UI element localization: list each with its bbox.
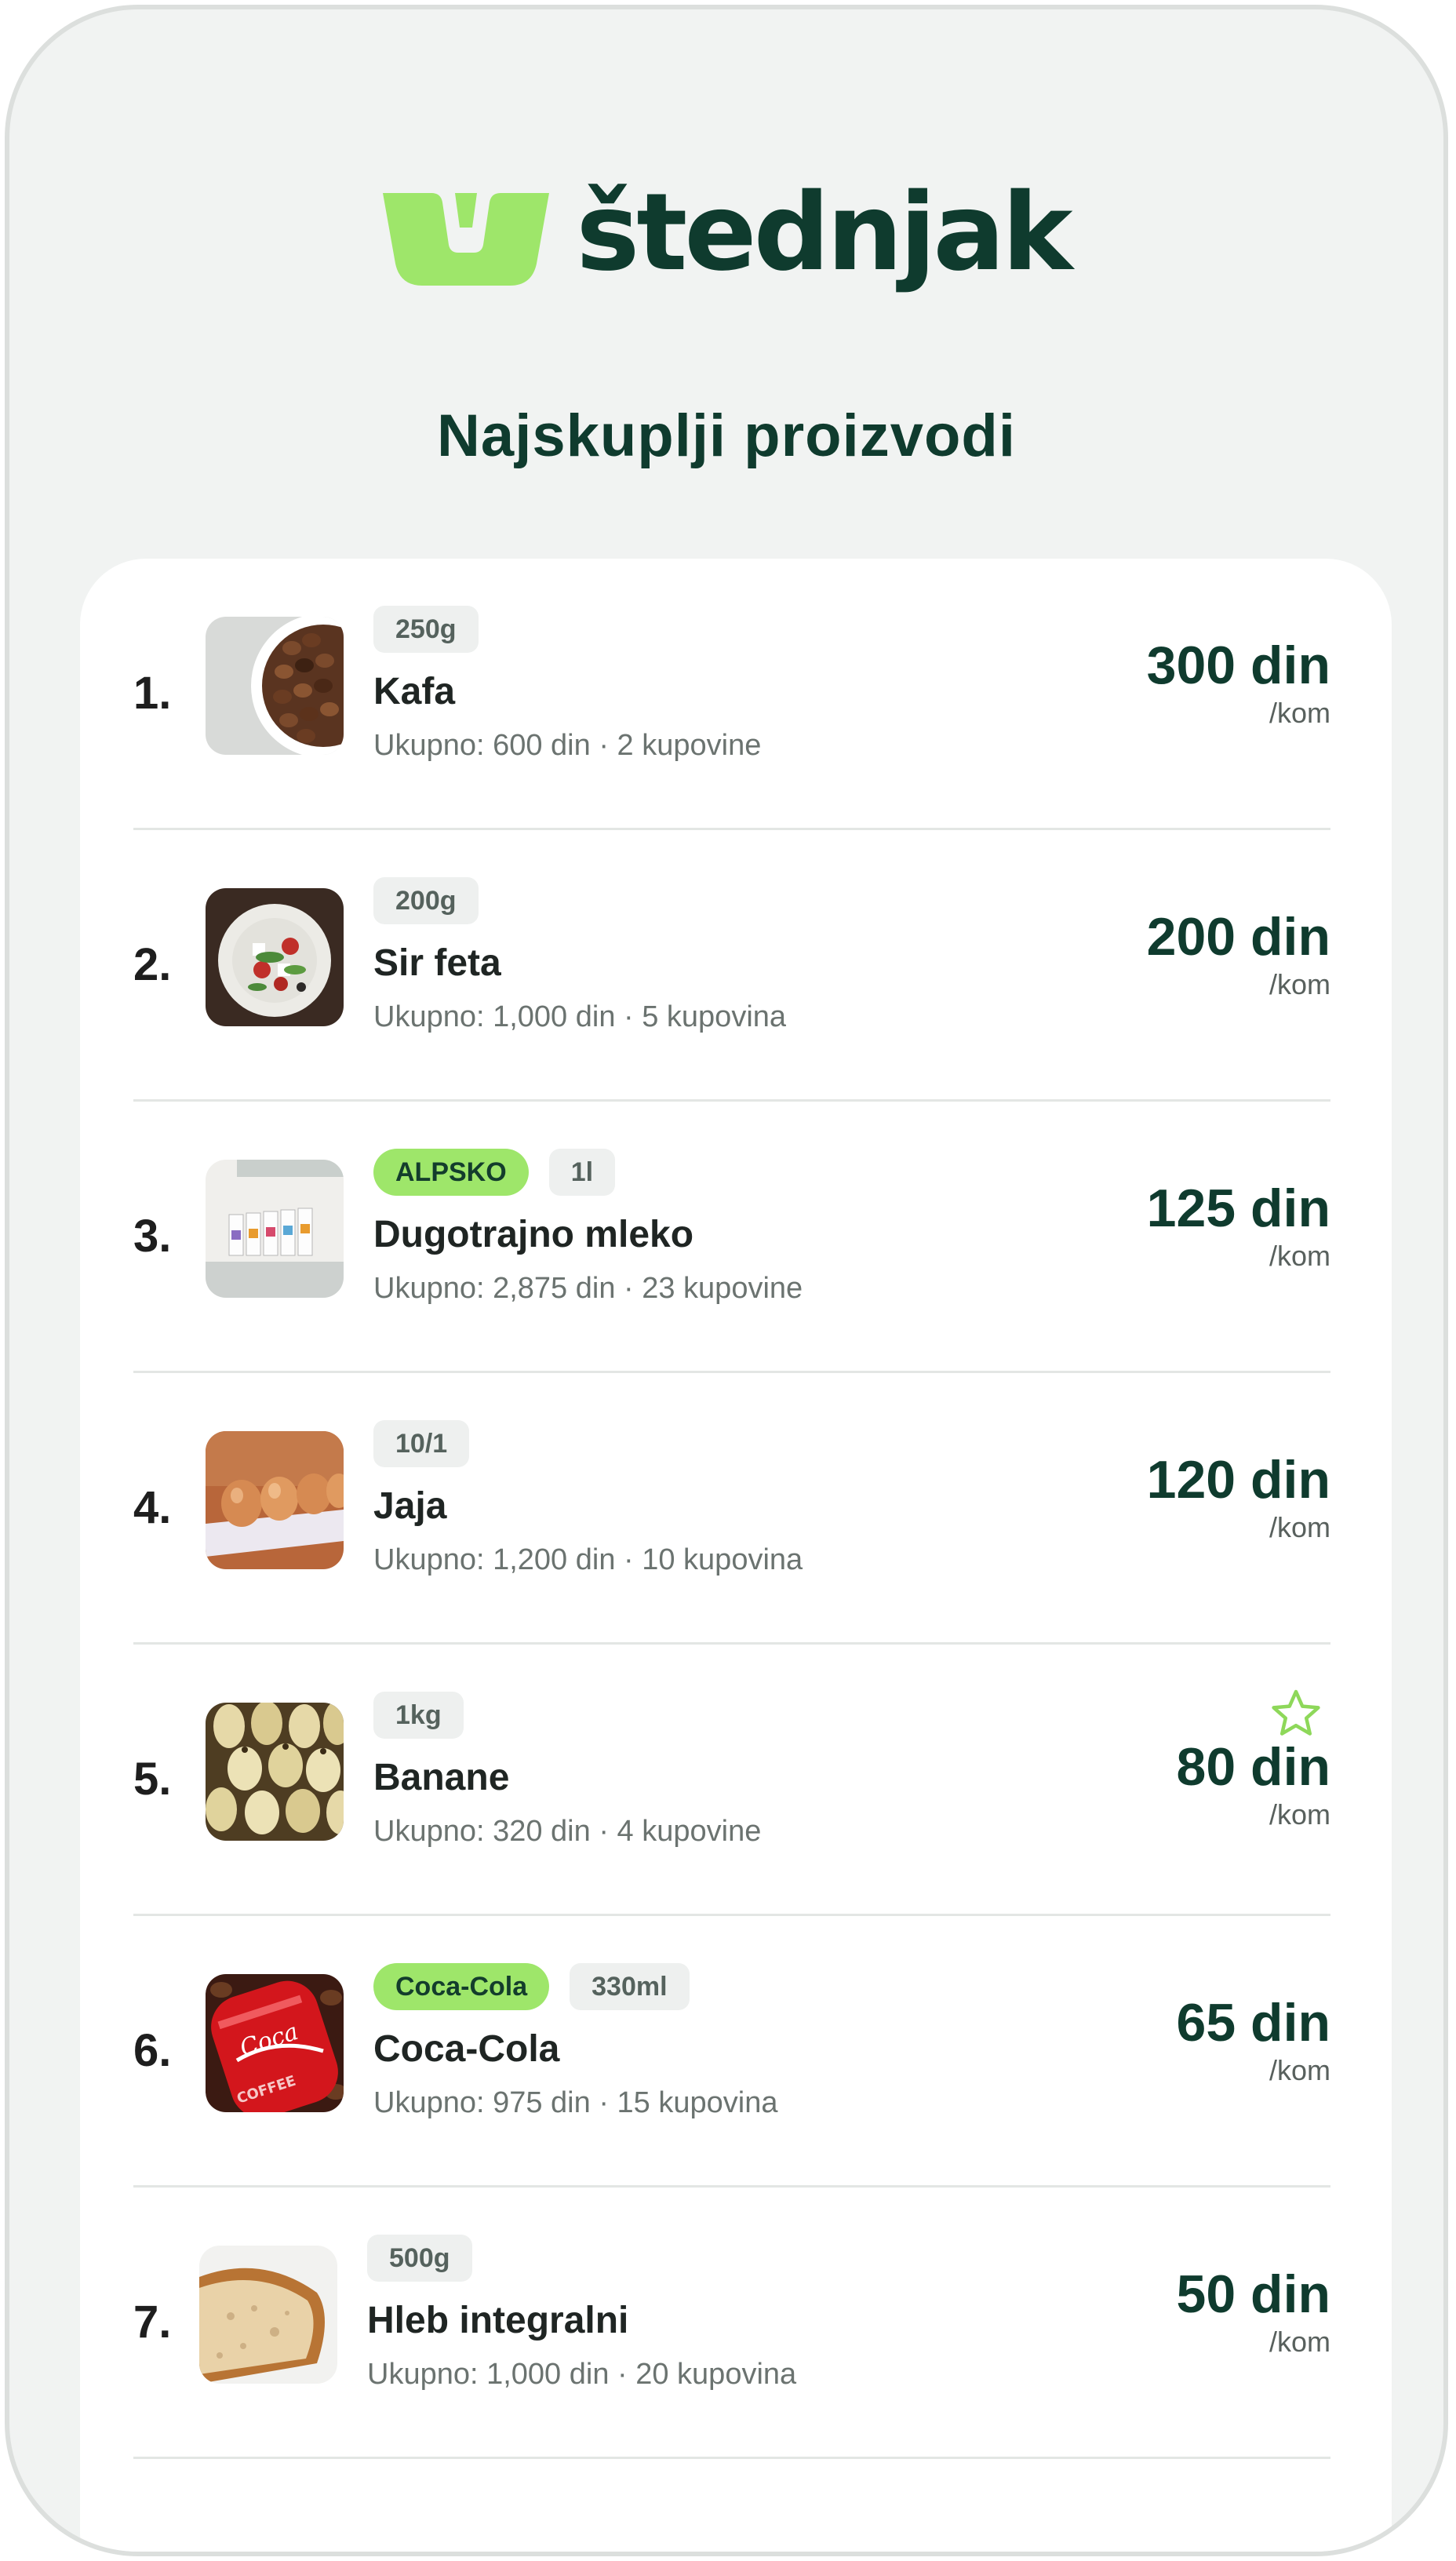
product-price: 50 din — [1176, 2264, 1331, 2324]
list-item[interactable]: 3. ALPSKO 1l Dugotrajno mleko Ukupno: 2,… — [133, 1102, 1330, 1373]
product-image — [206, 888, 344, 1026]
product-name: Kafa — [373, 671, 456, 712]
price-unit: /kom — [1269, 968, 1330, 1000]
product-price: 80 din — [1176, 1737, 1331, 1797]
rank-number: 2. — [133, 939, 172, 990]
brand-tag: ALPSKO — [373, 1149, 529, 1196]
rank-number: 4. — [133, 1482, 172, 1533]
list-item[interactable]: 2. 200g Sir feta Ukupno: 1,000 din · 5 k… — [133, 830, 1330, 1102]
product-total: Ukupno: 2,875 din · 23 kupovine — [373, 1272, 803, 1305]
products-list-card: 1. 250g Kafa Ukupno: 600 din · 2 kupovin… — [80, 559, 1392, 2552]
phone-frame: štednjak Najskuplji proizvodi 1. 250g Ka… — [5, 5, 1448, 2556]
logo-w-mark — [383, 193, 550, 286]
product-price: 120 din — [1146, 1450, 1330, 1510]
app-logo: štednjak — [9, 178, 1443, 296]
product-total: Ukupno: 1,200 din · 10 kupovina — [373, 1543, 803, 1576]
size-tag: 250g — [373, 606, 479, 653]
price-unit: /kom — [1269, 2054, 1330, 2086]
rank-number: 3. — [133, 1211, 172, 1262]
product-total: Ukupno: 1,000 din · 5 kupovina — [373, 1000, 787, 1033]
size-tag: 330ml — [570, 1963, 690, 2010]
logo-wordmark: štednjak — [576, 171, 1072, 295]
size-tag: 500g — [367, 2235, 472, 2282]
rank-number: 1. — [133, 668, 172, 719]
product-name: Coca-Cola — [373, 2028, 560, 2070]
list-item[interactable]: 6. Coca COFFEE Coca-Cola 330ml Coca-Cola… — [133, 1916, 1330, 2188]
rank-number: 7. — [133, 2297, 172, 2348]
size-tag: 1l — [548, 1149, 616, 1196]
price-unit: /kom — [1269, 2326, 1330, 2358]
product-total: Ukupno: 975 din · 15 kupovina — [373, 2086, 778, 2119]
product-total: Ukupno: 320 din · 4 kupovine — [373, 1815, 762, 1848]
rank-number: 6. — [133, 2025, 172, 2076]
list-item[interactable]: 4. 10/1 Jaja Ukupno: 1,200 din · 10 kupo… — [133, 1373, 1330, 1645]
product-image — [206, 617, 344, 755]
product-image — [206, 1431, 344, 1569]
list-item[interactable]: 1. 250g Kafa Ukupno: 600 din · 2 kupovin… — [133, 559, 1330, 830]
list-item[interactable]: 5. 1kg Banane Ukupno: 320 din · 4 kupovi… — [133, 1645, 1330, 1916]
product-name: Banane — [373, 1757, 510, 1798]
product-price: 65 din — [1176, 1993, 1331, 2053]
price-unit: /kom — [1269, 697, 1330, 729]
price-unit: /kom — [1269, 1798, 1330, 1831]
star-icon[interactable] — [1271, 1689, 1321, 1739]
product-total: Ukupno: 1,000 din · 20 kupovina — [367, 2358, 797, 2391]
list-item[interactable]: 7. 500g Hleb integralni Ukupno: 1,000 di… — [133, 2188, 1330, 2459]
product-price: 200 din — [1146, 907, 1330, 967]
size-tag: 1kg — [373, 1692, 464, 1739]
product-image — [199, 2246, 337, 2384]
size-tag: 10/1 — [373, 1420, 470, 1467]
product-price: 300 din — [1146, 636, 1330, 695]
size-tag: 200g — [373, 877, 479, 924]
product-image — [206, 1160, 344, 1298]
product-name: Jaja — [373, 1485, 447, 1527]
product-name: Dugotrajno mleko — [373, 1214, 694, 1255]
price-unit: /kom — [1269, 1240, 1330, 1272]
product-total: Ukupno: 600 din · 2 kupovine — [373, 729, 762, 762]
brand-tag: Coca-Cola — [373, 1963, 550, 2010]
rank-number: 5. — [133, 1754, 172, 1805]
product-image — [206, 1703, 344, 1841]
price-unit: /kom — [1269, 1511, 1330, 1543]
page-title: Najskuplji proizvodi — [437, 403, 1016, 469]
product-price: 125 din — [1146, 1178, 1330, 1238]
product-name: Hleb integralni — [367, 2300, 629, 2341]
product-image: Coca COFFEE — [206, 1974, 344, 2112]
product-name: Sir feta — [373, 942, 501, 984]
